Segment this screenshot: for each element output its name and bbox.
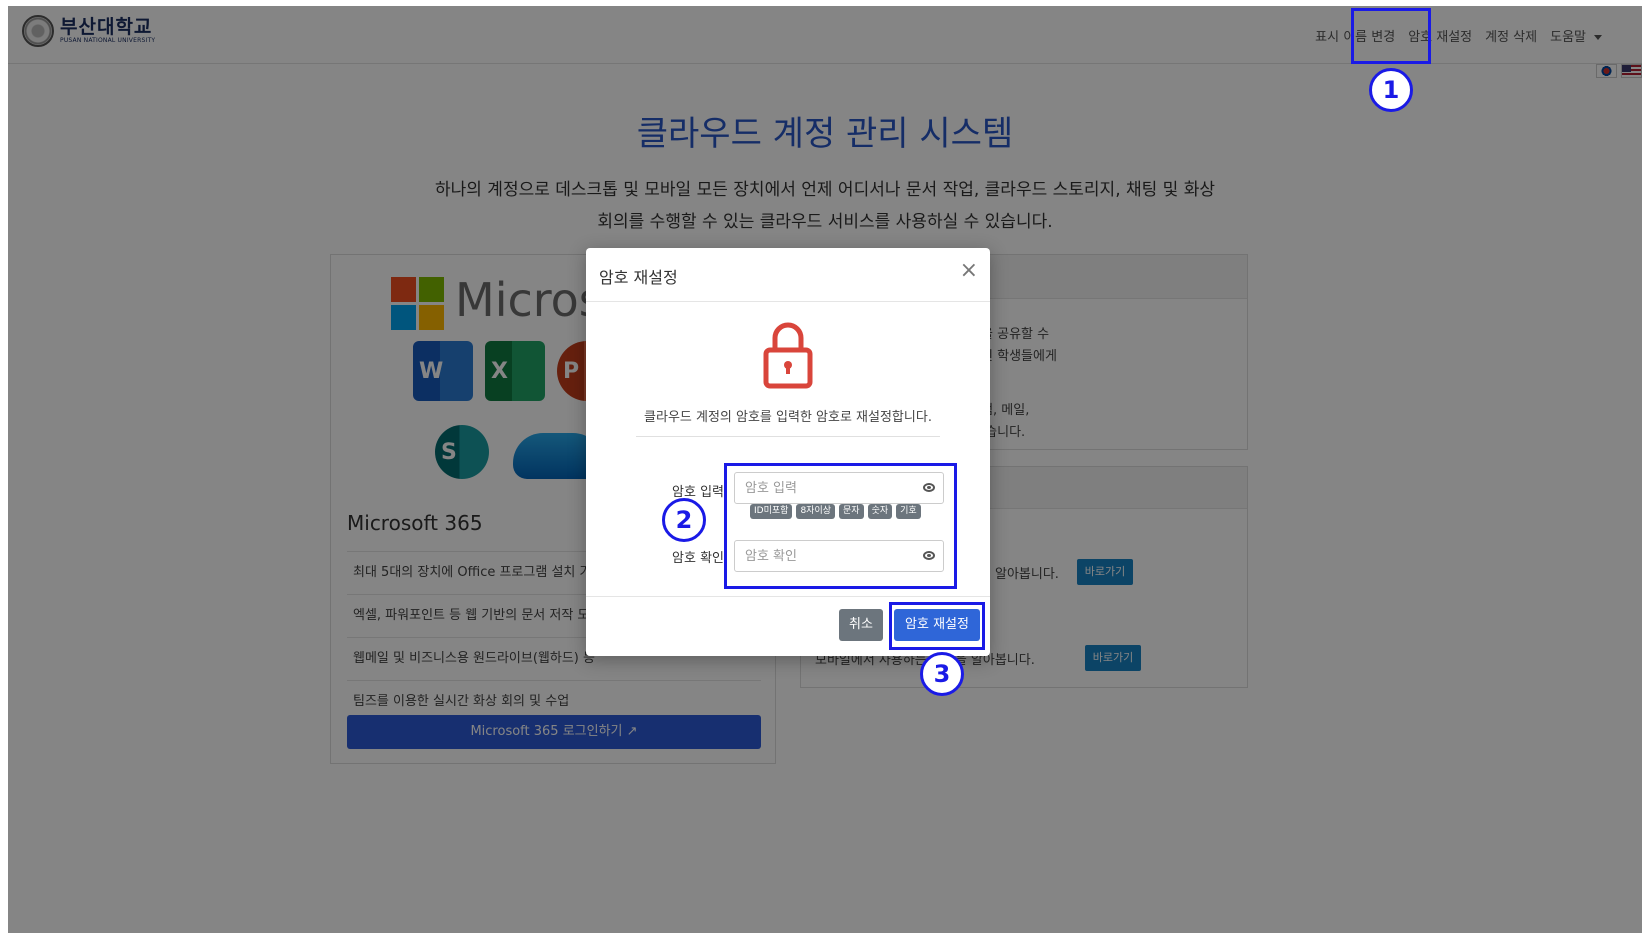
confirm-password-label: 암호 확인: [672, 551, 724, 566]
step-2-badge: 2: [662, 498, 706, 542]
cancel-button[interactable]: 취소: [839, 609, 883, 641]
close-icon[interactable]: ×: [960, 260, 978, 282]
dialog-message: 클라우드 계정의 암호를 입력한 암호로 재설정합니다.: [644, 410, 932, 425]
lock-icon: [763, 320, 813, 394]
step-2-highlight: [724, 463, 957, 589]
step-1-highlight: [1351, 8, 1431, 64]
dialog-header: 암호 재설정 ×: [586, 248, 990, 302]
divider: [636, 436, 940, 437]
reset-password-dialog: 암호 재설정 × 클라우드 계정의 암호를 입력한 암호로 재설정합니다. 암호…: [586, 248, 990, 656]
page: 부산대학교 PUSAN NATIONAL UNIVERSITY 표시 이름 변경…: [8, 6, 1642, 933]
step-3-badge: 3: [920, 652, 964, 696]
step-3-highlight: [889, 602, 985, 650]
password-label: 암호 입력: [672, 485, 724, 500]
dialog-title: 암호 재설정: [599, 268, 678, 287]
step-1-badge: 1: [1369, 68, 1413, 112]
